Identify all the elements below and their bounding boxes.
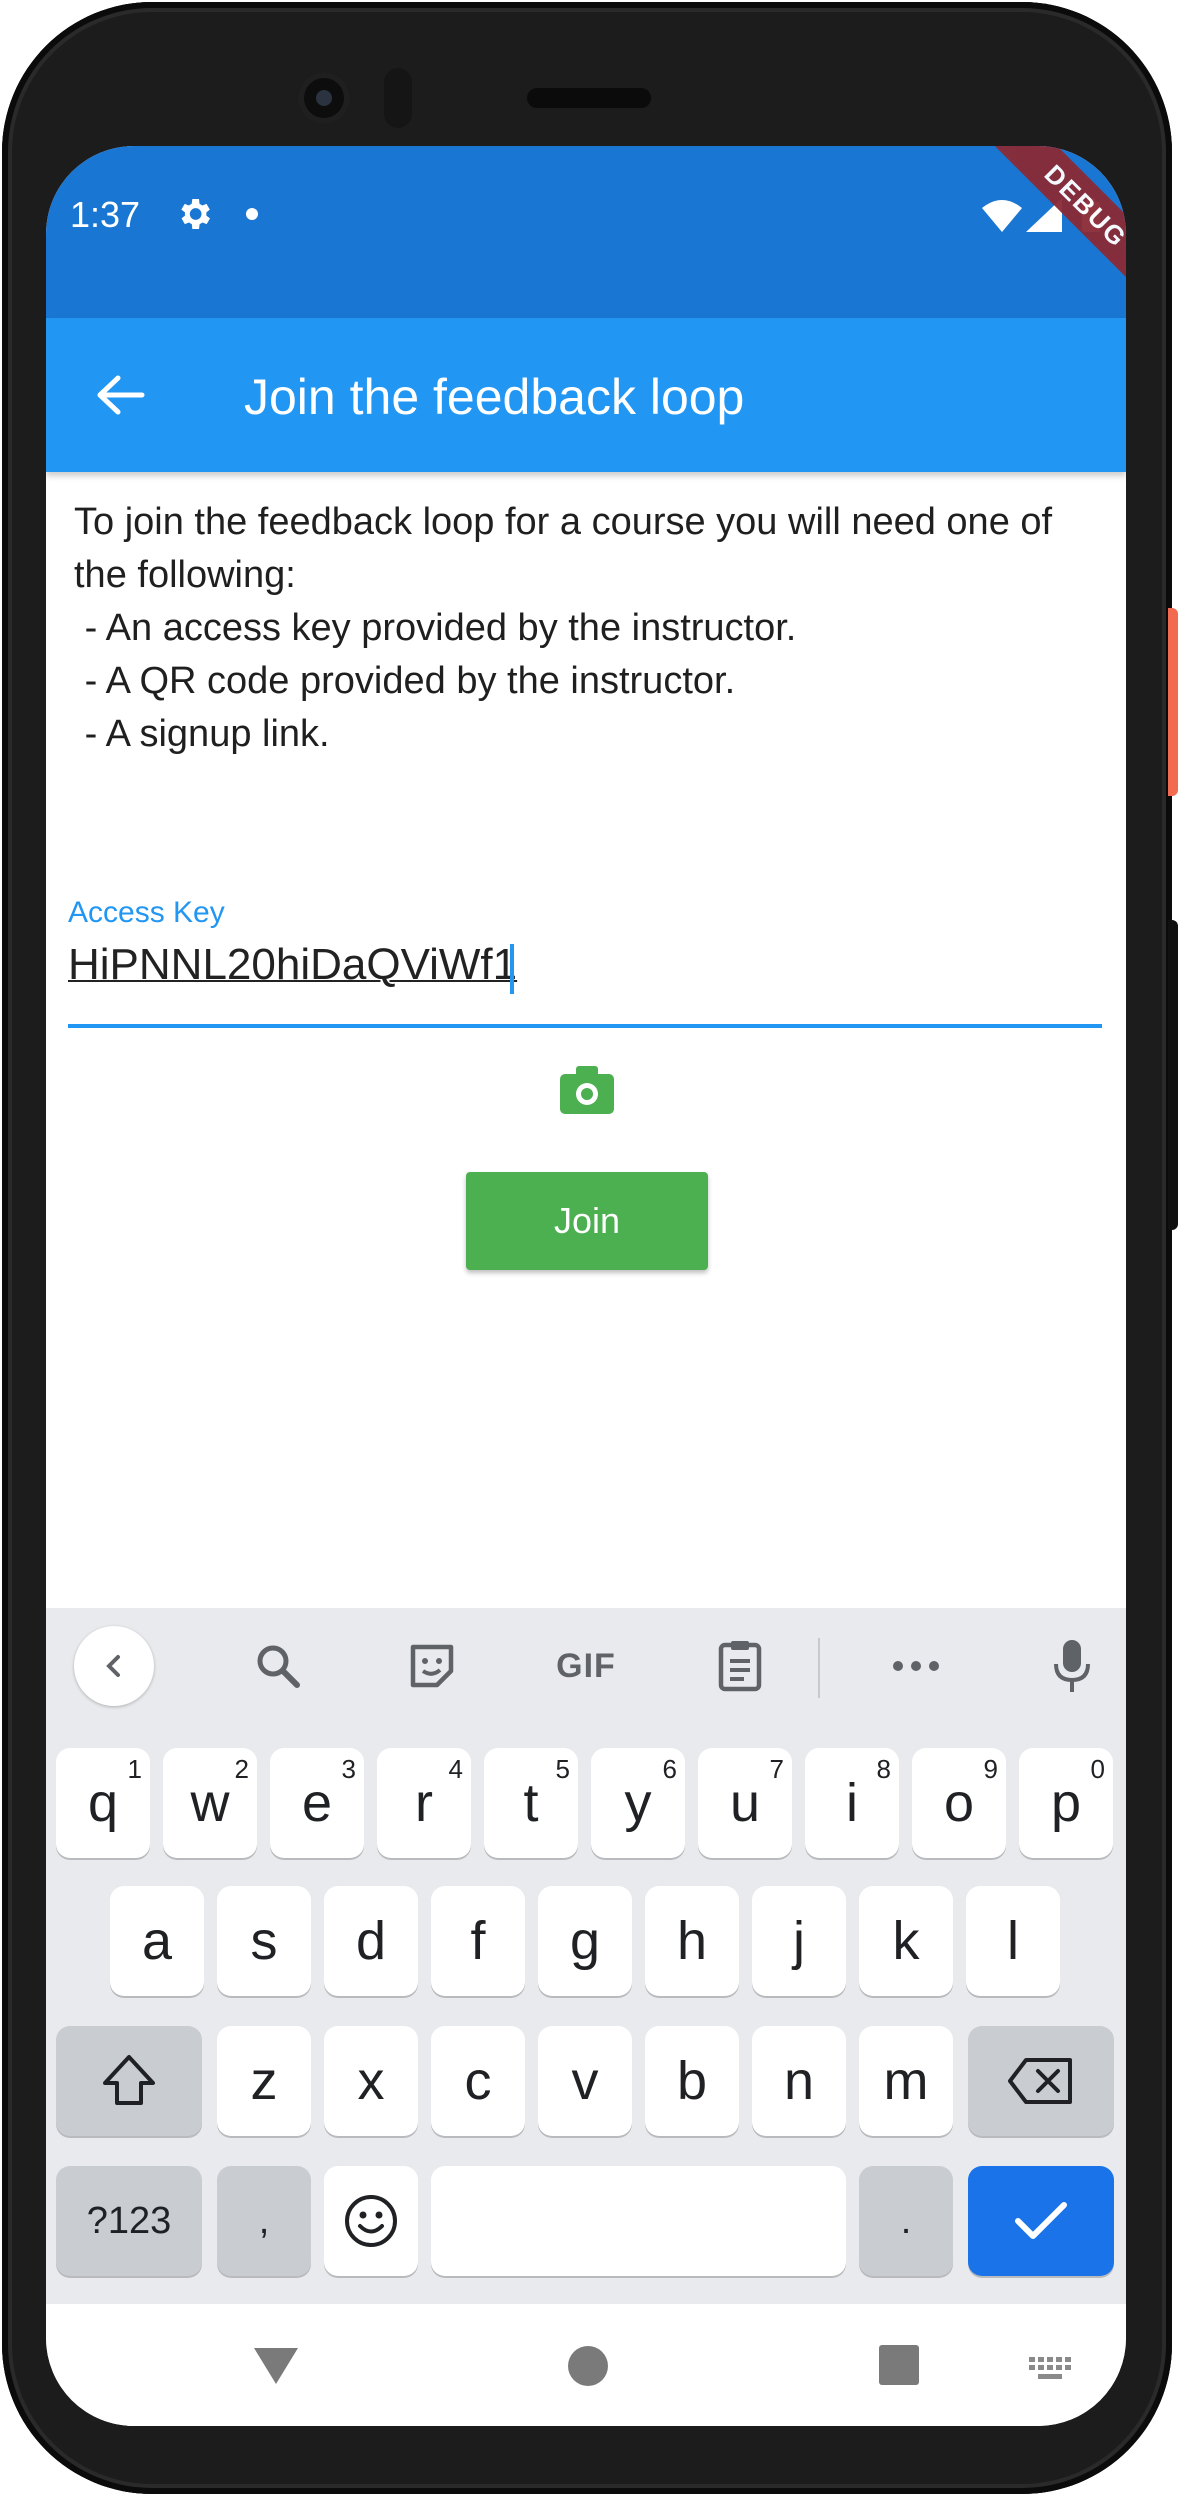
clipboard-icon[interactable] <box>700 1626 780 1706</box>
symbols-key[interactable]: ?123 <box>56 2166 202 2276</box>
gif-button[interactable]: GIF <box>546 1626 626 1706</box>
soft-keyboard: GIF q1 w2 e3 r4 t5 y6 u7 i8 o9 p0 a s d … <box>46 1608 1126 2304</box>
key-p[interactable]: p0 <box>1019 1748 1113 1858</box>
status-bar: 1:37 DEBUG <box>46 146 1126 318</box>
keyboard-switch-icon[interactable] <box>1028 2356 1072 2382</box>
backspace-icon <box>1008 2058 1072 2104</box>
nav-back-icon[interactable] <box>252 2344 300 2386</box>
access-key-input[interactable] <box>68 930 1102 1000</box>
enter-key[interactable] <box>968 2166 1114 2276</box>
key-e[interactable]: e3 <box>270 1748 364 1858</box>
key-w[interactable]: w2 <box>163 1748 257 1858</box>
screen: 1:37 DEBUG Join the feedback loop To joi… <box>46 146 1126 2426</box>
access-key-underline <box>68 1024 1102 1028</box>
camera-icon[interactable] <box>558 1064 616 1116</box>
key-y[interactable]: y6 <box>591 1748 685 1858</box>
arrow-back-icon[interactable] <box>96 375 146 415</box>
key-d[interactable]: d <box>324 1886 418 1996</box>
earpiece-speaker <box>527 88 651 108</box>
more-icon[interactable] <box>876 1626 956 1706</box>
key-j[interactable]: j <box>752 1886 846 1996</box>
key-z[interactable]: z <box>217 2026 311 2136</box>
key-i[interactable]: i8 <box>805 1748 899 1858</box>
gif-label: GIF <box>556 1646 616 1685</box>
key-n[interactable]: n <box>752 2026 846 2136</box>
power-button <box>1168 608 1178 796</box>
nav-home-icon[interactable] <box>566 2344 610 2388</box>
period-key[interactable]: . <box>859 2166 953 2276</box>
key-l[interactable]: l <box>966 1886 1060 1996</box>
space-key[interactable] <box>431 2166 846 2276</box>
key-b[interactable]: b <box>645 2026 739 2136</box>
nav-recents-icon[interactable] <box>878 2344 920 2386</box>
key-o[interactable]: o9 <box>912 1748 1006 1858</box>
shift-key[interactable] <box>56 2026 202 2136</box>
emoji-key[interactable] <box>324 2166 418 2276</box>
check-icon <box>1015 2202 1067 2239</box>
key-m[interactable]: m <box>859 2026 953 2136</box>
emoji-icon <box>345 2195 397 2247</box>
system-nav-bar <box>46 2304 1126 2426</box>
key-a[interactable]: a <box>110 1886 204 1996</box>
key-q[interactable]: q1 <box>56 1748 150 1858</box>
key-r[interactable]: r4 <box>377 1748 471 1858</box>
comma-key[interactable]: , <box>217 2166 311 2276</box>
proximity-sensor <box>384 68 412 128</box>
backspace-key[interactable] <box>968 2026 1114 2136</box>
back-chevron-icon[interactable] <box>74 1626 154 1706</box>
volume-button <box>1168 920 1178 1230</box>
front-camera <box>298 72 350 124</box>
key-t[interactable]: t5 <box>484 1748 578 1858</box>
shift-icon <box>103 2055 155 2105</box>
gear-icon <box>181 199 210 229</box>
access-key-label: Access Key <box>68 896 225 929</box>
mic-icon[interactable] <box>1032 1626 1112 1706</box>
key-s[interactable]: s <box>217 1886 311 1996</box>
join-button[interactable]: Join <box>466 1172 708 1270</box>
instructions-text: To join the feedback loop for a course y… <box>74 501 1053 755</box>
sticker-icon[interactable] <box>392 1626 472 1706</box>
key-f[interactable]: f <box>431 1886 525 1996</box>
key-u[interactable]: u7 <box>698 1748 792 1858</box>
status-time: 1:37 <box>70 194 141 235</box>
key-x[interactable]: x <box>324 2026 418 2136</box>
toolbar-separator <box>818 1638 820 1698</box>
app-bar: Join the feedback loop <box>46 318 1126 472</box>
key-k[interactable]: k <box>859 1886 953 1996</box>
key-g[interactable]: g <box>538 1886 632 1996</box>
text-cursor <box>510 944 514 994</box>
page-title: Join the feedback loop <box>244 369 745 425</box>
key-h[interactable]: h <box>645 1886 739 1996</box>
key-c[interactable]: c <box>431 2026 525 2136</box>
search-icon[interactable] <box>238 1626 318 1706</box>
key-v[interactable]: v <box>538 2026 632 2136</box>
wifi-icon <box>982 200 1022 232</box>
notification-dot-icon <box>246 208 258 220</box>
